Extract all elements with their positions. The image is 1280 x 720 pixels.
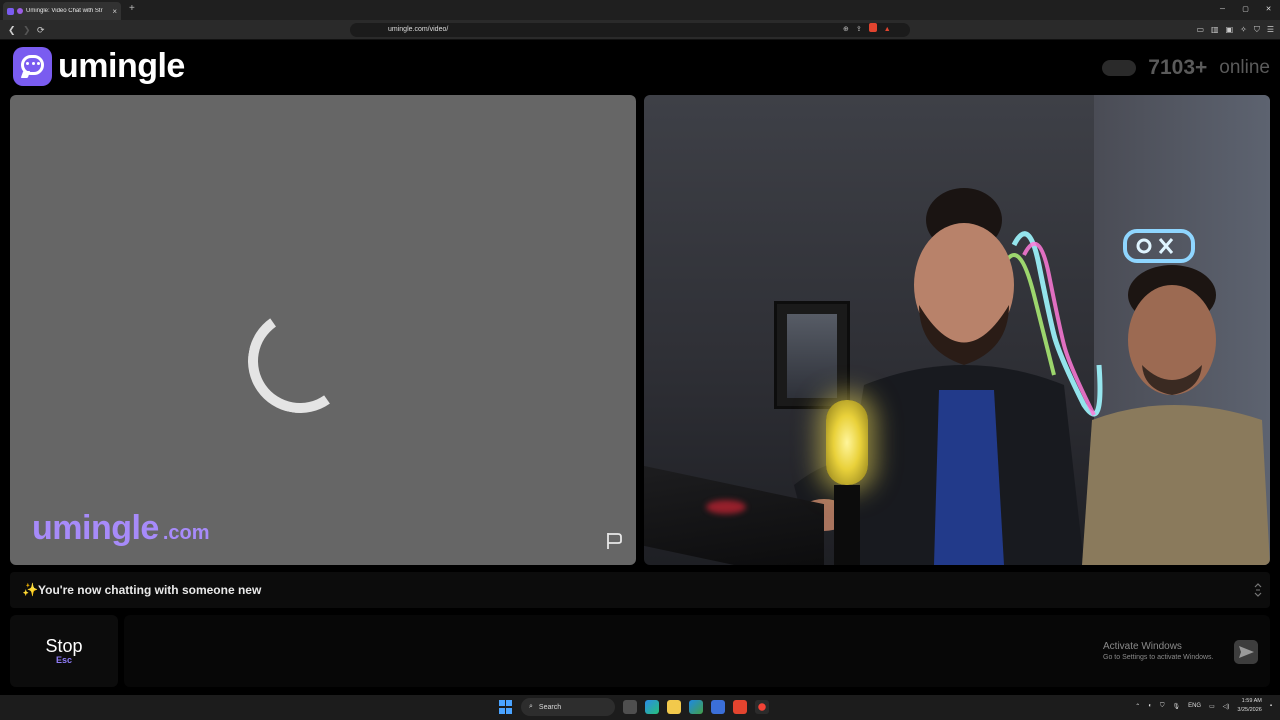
address-bar-actions: ⊕ ⇪ ▲	[843, 23, 891, 37]
report-flag-icon[interactable]	[604, 531, 624, 551]
umingle-page: umingle 7103+ online umingle .com ✨ You'…	[0, 41, 1280, 695]
brave-shields-icon[interactable]	[868, 23, 877, 32]
search-icon: ⌕	[529, 703, 533, 710]
chat-status-bar: ✨ You're now chatting with someone new	[10, 572, 1270, 608]
chat-bubble-logo-icon	[13, 47, 52, 86]
store-icon[interactable]	[711, 700, 725, 714]
edge-icon[interactable]	[645, 700, 659, 714]
umingle-favicon-icon	[7, 7, 14, 15]
online-label: online	[1219, 57, 1270, 78]
search-label: Search	[538, 703, 562, 711]
notifications-icon[interactable]: ▪	[1270, 703, 1272, 709]
network-icon[interactable]: ▭	[1209, 703, 1215, 710]
scroll-arrows-icon[interactable]	[1254, 582, 1262, 598]
sparkles-icon: ✨	[22, 582, 39, 597]
mouse-glow	[706, 500, 746, 514]
volume-icon[interactable]: ◁)	[1223, 703, 1230, 710]
back-icon[interactable]: ❮	[8, 20, 16, 40]
sidebar-icon[interactable]: ▭	[1196, 23, 1204, 37]
wallet-icon[interactable]: ▣	[1226, 23, 1234, 37]
menu-icon[interactable]: ☰	[1267, 23, 1274, 37]
tray-app-icon[interactable]: ◐	[1148, 703, 1152, 709]
taskbar-apps: ⌕ Search	[499, 698, 769, 716]
brave-rewards-icon[interactable]: ▲	[884, 23, 891, 37]
self-video-feed	[644, 95, 1270, 565]
browser-app-icon[interactable]	[689, 700, 703, 714]
microphone-stand	[834, 485, 860, 565]
activate-windows-subtitle: Go to Settings to activate Windows.	[1103, 654, 1214, 661]
online-indicator: 7103+ online	[1102, 56, 1270, 80]
window-controls: ─ ▢ ✕	[1211, 0, 1280, 20]
theme-toggle[interactable]	[1102, 60, 1137, 76]
clock-time: 1:59 AM	[1241, 698, 1262, 704]
status-message: You're now chatting with someone new	[38, 583, 262, 597]
browser-tab-bar: Umingle: Video Chat with Str × + ─ ▢ ✕	[0, 0, 1280, 20]
split-view-icon[interactable]: ▥	[1211, 23, 1219, 37]
stop-shortcut-hint: Esc	[55, 655, 72, 665]
reload-icon[interactable]: ⟳	[37, 20, 45, 40]
chat-controls: Stop Esc Activate Windows Go to Settings…	[10, 615, 1270, 687]
person-right-figure	[1082, 265, 1270, 565]
taskbar-search[interactable]: ⌕ Search	[521, 698, 615, 716]
tab-close-icon[interactable]: ×	[112, 7, 117, 16]
recorder-icon[interactable]	[755, 700, 769, 714]
video-watermark: umingle .com	[32, 509, 210, 548]
close-window-button[interactable]: ✕	[1257, 0, 1280, 20]
message-input[interactable]	[124, 615, 1270, 687]
loading-spinner-icon	[239, 300, 361, 422]
online-count: 7103+	[1148, 56, 1208, 79]
microphone-icon[interactable]: 🎙	[1172, 703, 1180, 710]
forward-icon[interactable]: ❯	[23, 20, 31, 40]
maximize-button[interactable]: ▢	[1234, 0, 1257, 20]
clock-date: 3/25/2026	[1237, 707, 1262, 713]
language-indicator[interactable]: ENG	[1188, 703, 1201, 709]
browser-tab[interactable]: Umingle: Video Chat with Str ×	[3, 2, 121, 20]
task-view-icon[interactable]	[623, 700, 637, 714]
tab-title: Umingle: Video Chat with Str	[26, 8, 103, 14]
new-tab-button[interactable]: +	[129, 3, 135, 14]
browser-menu-bar: ▭ ▥ ▣ ✧ ⛉ ☰	[1196, 23, 1274, 37]
zoom-icon[interactable]: ⊕	[843, 23, 849, 37]
brave-browser-icon[interactable]	[733, 700, 747, 714]
site-logo[interactable]: umingle	[13, 47, 185, 86]
system-tray: ⌃ ◐ ⛉ 🎙 ENG ▭ ◁) 1:59 AM 3/25/2026 ▪	[1135, 697, 1272, 715]
tray-overflow-icon[interactable]: ⌃	[1135, 703, 1140, 710]
extensions-icon[interactable]: ✧	[1240, 23, 1247, 37]
browser-toolbar: ❮ ❯ ⟳ ⚐ umingle.com/video/ ⊕ ⇪ ▲ ▭ ▥ ▣ ✧…	[0, 20, 1280, 40]
stranger-video-panel: umingle .com	[10, 95, 636, 565]
share-icon[interactable]: ⇪	[856, 23, 862, 37]
logo-text: umingle	[58, 47, 185, 85]
vpn-icon[interactable]: ⛉	[1254, 23, 1260, 37]
microphone-prop	[826, 400, 868, 485]
watermark-suffix: .com	[162, 522, 210, 544]
activate-windows-title: Activate Windows	[1103, 641, 1182, 652]
stop-button[interactable]: Stop Esc	[10, 615, 118, 687]
file-explorer-icon[interactable]	[667, 700, 681, 714]
windows-taskbar: ⌕ Search ⌃ ◐ ⛉ 🎙 ENG ▭ ◁) 1:59 AM 3/25/2…	[0, 695, 1280, 720]
stop-label: Stop	[45, 636, 83, 656]
watermark-text: umingle	[32, 509, 159, 547]
tray-shield-icon[interactable]: ⛉	[1160, 703, 1165, 710]
start-menu-icon[interactable]	[499, 700, 513, 714]
activate-windows-watermark: Activate Windows Go to Settings to activ…	[1103, 641, 1214, 661]
minimize-button[interactable]: ─	[1211, 0, 1234, 20]
system-clock[interactable]: 1:59 AM 3/25/2026	[1237, 697, 1261, 715]
recording-indicator-icon	[17, 8, 23, 14]
address-bar[interactable]: umingle.com/video/	[350, 23, 910, 37]
send-icon[interactable]	[1234, 640, 1258, 664]
